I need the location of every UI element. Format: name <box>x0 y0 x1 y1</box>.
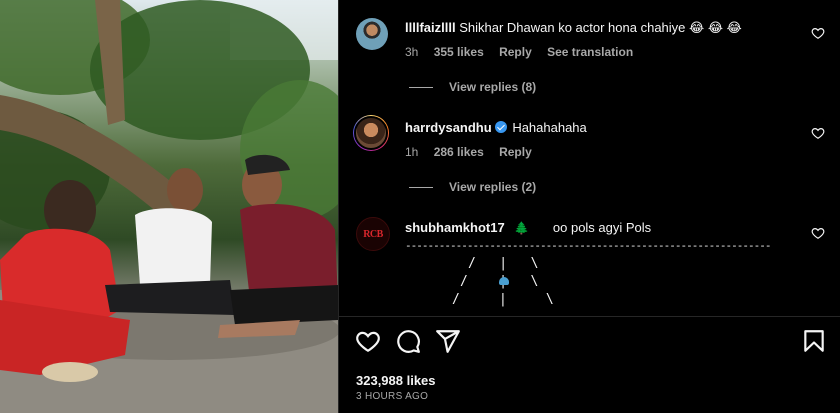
comment-line: shubhamkhot17 🌲 oo pols agyi Pols <box>405 220 651 235</box>
comment-text: Shikhar Dhawan ko actor hona chahiye <box>459 20 686 35</box>
view-replies-button[interactable]: View replies (8) <box>409 80 536 94</box>
replies-line <box>409 187 433 189</box>
post-photo <box>0 0 338 413</box>
rcb-logo-text: RCB <box>363 228 383 240</box>
comment-username[interactable]: harrdysandhu <box>405 120 492 135</box>
heart-icon[interactable] <box>355 328 381 354</box>
photo-scene <box>0 0 338 413</box>
comment-meta: 3h 355 likes Reply See translation <box>405 45 645 59</box>
avatar-story-ring[interactable] <box>353 115 389 151</box>
like-comment-heart-icon[interactable] <box>811 26 825 40</box>
bookmark-icon[interactable] <box>801 328 827 354</box>
see-translation-button[interactable]: See translation <box>547 45 633 59</box>
reply-button[interactable]: Reply <box>499 45 532 59</box>
comment-time: 3h <box>405 45 419 59</box>
comment-time: 1h <box>405 145 419 159</box>
view-replies-label: View replies (2) <box>449 180 537 194</box>
like-comment-heart-icon[interactable] <box>811 226 825 240</box>
comment-meta: 1h 286 likes Reply <box>405 145 544 159</box>
comment-likes[interactable]: 286 likes <box>434 145 484 159</box>
car-emoji-icon <box>499 277 509 285</box>
tree-emoji-icon: 🌲 <box>514 221 530 235</box>
like-comment-heart-icon[interactable] <box>811 126 825 140</box>
comment-username[interactable]: llllfaizllll <box>405 20 456 35</box>
comment-bubble-icon[interactable] <box>395 328 421 354</box>
post-likes-count[interactable]: 323,988 likes <box>356 373 436 388</box>
laughing-emoji-icons: 😂 😂 😂 <box>689 20 742 35</box>
replies-line <box>409 87 433 89</box>
comment-username[interactable]: shubhamkhot17 <box>405 220 505 235</box>
verified-badge-icon <box>494 121 507 133</box>
comment-line: llllfaizllll Shikhar Dhawan ko actor hon… <box>405 20 742 36</box>
comments-pane: llllfaizllll Shikhar Dhawan ko actor hon… <box>339 0 840 413</box>
avatar[interactable]: RCB <box>356 217 390 251</box>
comment-line: harrdysandhu Hahahahaha <box>405 120 587 135</box>
reply-button[interactable]: Reply <box>499 145 532 159</box>
actions-separator <box>339 316 840 317</box>
comment-dash-line: ----------------------------------------… <box>405 239 771 252</box>
post-timestamp[interactable]: 3 HOURS AGO <box>356 391 428 402</box>
comment-text: oo pols agyi Pols <box>552 220 652 235</box>
avatar[interactable] <box>356 18 388 50</box>
comment-art-line: / | \ <box>468 256 539 271</box>
avatar <box>354 116 388 150</box>
comment-text: Hahahahaha <box>512 120 587 135</box>
post-action-bar <box>339 328 840 356</box>
view-replies-button[interactable]: View replies (2) <box>409 180 536 194</box>
send-icon[interactable] <box>435 328 461 354</box>
comment-art-line: / | \ <box>452 292 554 307</box>
view-replies-label: View replies (8) <box>449 80 537 94</box>
comment-likes[interactable]: 355 likes <box>434 45 484 59</box>
